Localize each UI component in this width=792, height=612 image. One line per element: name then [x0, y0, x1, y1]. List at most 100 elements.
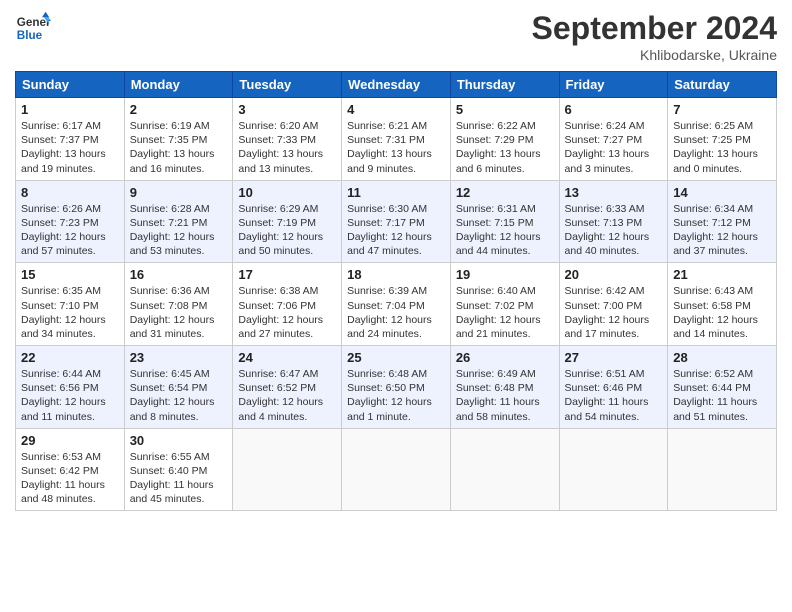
day-info: Sunrise: 6:22 AMSunset: 7:29 PMDaylight:… — [456, 119, 554, 176]
calendar-cell: 3 Sunrise: 6:20 AMSunset: 7:33 PMDaylight… — [233, 98, 342, 181]
day-info: Sunrise: 6:53 AMSunset: 6:42 PMDaylight:… — [21, 450, 119, 507]
calendar-week-row: 15Sunrise: 6:35 AMSunset: 7:10 PMDayligh… — [16, 263, 777, 346]
calendar-cell: 19Sunrise: 6:40 AMSunset: 7:02 PMDayligh… — [450, 263, 559, 346]
day-number: 20 — [565, 267, 663, 282]
day-number: 21 — [673, 267, 771, 282]
col-header-thursday: Thursday — [450, 72, 559, 98]
calendar-cell: 4 Sunrise: 6:21 AMSunset: 7:31 PMDaylight… — [342, 98, 451, 181]
day-info: Sunrise: 6:49 AMSunset: 6:48 PMDaylight:… — [456, 367, 554, 424]
col-header-sunday: Sunday — [16, 72, 125, 98]
day-number: 5 — [456, 102, 554, 117]
day-info: Sunrise: 6:39 AMSunset: 7:04 PMDaylight:… — [347, 284, 445, 341]
day-number: 24 — [238, 350, 336, 365]
day-number: 14 — [673, 185, 771, 200]
day-number: 22 — [21, 350, 119, 365]
day-info: Sunrise: 6:47 AMSunset: 6:52 PMDaylight:… — [238, 367, 336, 424]
day-number: 10 — [238, 185, 336, 200]
calendar-cell: 8 Sunrise: 6:26 AMSunset: 7:23 PMDaylight… — [16, 180, 125, 263]
calendar-cell: 22 Sunrise: 6:44 AMSunset: 6:56 PMDayligh… — [16, 346, 125, 429]
day-number: 30 — [130, 433, 228, 448]
col-header-wednesday: Wednesday — [342, 72, 451, 98]
calendar-cell: 7 Sunrise: 6:25 AMSunset: 7:25 PMDaylight… — [668, 98, 777, 181]
col-header-saturday: Saturday — [668, 72, 777, 98]
day-info: Sunrise: 6:21 AMSunset: 7:31 PMDaylight:… — [347, 119, 445, 176]
day-number: 19 — [456, 267, 554, 282]
day-info: Sunrise: 6:26 AMSunset: 7:23 PMDaylight:… — [21, 202, 119, 259]
calendar-cell — [559, 428, 668, 511]
day-info: Sunrise: 6:24 AMSunset: 7:27 PMDaylight:… — [565, 119, 663, 176]
calendar-week-row: 22 Sunrise: 6:44 AMSunset: 6:56 PMDayligh… — [16, 346, 777, 429]
calendar-cell: 21 Sunrise: 6:43 AMSunset: 6:58 PMDayligh… — [668, 263, 777, 346]
calendar-cell: 25 Sunrise: 6:48 AMSunset: 6:50 PMDayligh… — [342, 346, 451, 429]
col-header-monday: Monday — [124, 72, 233, 98]
svg-text:Blue: Blue — [17, 29, 43, 42]
calendar-cell — [342, 428, 451, 511]
day-info: Sunrise: 6:38 AMSunset: 7:06 PMDaylight:… — [238, 284, 336, 341]
day-info: Sunrise: 6:19 AMSunset: 7:35 PMDaylight:… — [130, 119, 228, 176]
day-number: 27 — [565, 350, 663, 365]
day-number: 28 — [673, 350, 771, 365]
calendar-cell: 6 Sunrise: 6:24 AMSunset: 7:27 PMDaylight… — [559, 98, 668, 181]
calendar-cell: 10 Sunrise: 6:29 AMSunset: 7:19 PMDayligh… — [233, 180, 342, 263]
day-number: 13 — [565, 185, 663, 200]
day-number: 8 — [21, 185, 119, 200]
day-info: Sunrise: 6:31 AMSunset: 7:15 PMDaylight:… — [456, 202, 554, 259]
calendar-cell: 11Sunrise: 6:30 AMSunset: 7:17 PMDayligh… — [342, 180, 451, 263]
calendar-cell: 2Sunrise: 6:19 AMSunset: 7:35 PMDaylight… — [124, 98, 233, 181]
calendar-week-row: 8 Sunrise: 6:26 AMSunset: 7:23 PMDaylight… — [16, 180, 777, 263]
day-info: Sunrise: 6:48 AMSunset: 6:50 PMDaylight:… — [347, 367, 445, 424]
day-info: Sunrise: 6:36 AMSunset: 7:08 PMDaylight:… — [130, 284, 228, 341]
day-number: 23 — [130, 350, 228, 365]
day-number: 17 — [238, 267, 336, 282]
day-info: Sunrise: 6:51 AMSunset: 6:46 PMDaylight:… — [565, 367, 663, 424]
calendar-cell: 24 Sunrise: 6:47 AMSunset: 6:52 PMDayligh… — [233, 346, 342, 429]
day-info: Sunrise: 6:52 AMSunset: 6:44 PMDaylight:… — [673, 367, 771, 424]
day-info: Sunrise: 6:55 AMSunset: 6:40 PMDaylight:… — [130, 450, 228, 507]
day-number: 3 — [238, 102, 336, 117]
day-info: Sunrise: 6:43 AMSunset: 6:58 PMDaylight:… — [673, 284, 771, 341]
calendar-cell: 23Sunrise: 6:45 AMSunset: 6:54 PMDayligh… — [124, 346, 233, 429]
day-number: 4 — [347, 102, 445, 117]
calendar-cell: 26 Sunrise: 6:49 AMSunset: 6:48 PMDayligh… — [450, 346, 559, 429]
calendar-cell: 12 Sunrise: 6:31 AMSunset: 7:15 PMDayligh… — [450, 180, 559, 263]
calendar-cell: 14 Sunrise: 6:34 AMSunset: 7:12 PMDayligh… — [668, 180, 777, 263]
month-title: September 2024 — [532, 10, 777, 47]
calendar-cell: 5 Sunrise: 6:22 AMSunset: 7:29 PMDaylight… — [450, 98, 559, 181]
day-info: Sunrise: 6:25 AMSunset: 7:25 PMDaylight:… — [673, 119, 771, 176]
day-number: 7 — [673, 102, 771, 117]
day-info: Sunrise: 6:29 AMSunset: 7:19 PMDaylight:… — [238, 202, 336, 259]
day-number: 6 — [565, 102, 663, 117]
day-number: 18 — [347, 267, 445, 282]
day-info: Sunrise: 6:34 AMSunset: 7:12 PMDaylight:… — [673, 202, 771, 259]
title-area: September 2024 Khlibodarske, Ukraine — [532, 10, 777, 63]
calendar-cell: 30 Sunrise: 6:55 AMSunset: 6:40 PMDayligh… — [124, 428, 233, 511]
location: Khlibodarske, Ukraine — [532, 47, 777, 63]
day-info: Sunrise: 6:33 AMSunset: 7:13 PMDaylight:… — [565, 202, 663, 259]
calendar-cell: 1Sunrise: 6:17 AMSunset: 7:37 PMDaylight… — [16, 98, 125, 181]
day-number: 15 — [21, 267, 119, 282]
day-number: 29 — [21, 433, 119, 448]
calendar-cell: 18 Sunrise: 6:39 AMSunset: 7:04 PMDayligh… — [342, 263, 451, 346]
day-number: 12 — [456, 185, 554, 200]
day-number: 26 — [456, 350, 554, 365]
calendar-table: SundayMondayTuesdayWednesdayThursdayFrid… — [15, 71, 777, 511]
day-info: Sunrise: 6:20 AMSunset: 7:33 PMDaylight:… — [238, 119, 336, 176]
col-header-friday: Friday — [559, 72, 668, 98]
calendar-cell — [668, 428, 777, 511]
calendar-cell: 20Sunrise: 6:42 AMSunset: 7:00 PMDayligh… — [559, 263, 668, 346]
calendar-cell — [233, 428, 342, 511]
day-number: 9 — [130, 185, 228, 200]
calendar-cell: 15Sunrise: 6:35 AMSunset: 7:10 PMDayligh… — [16, 263, 125, 346]
logo: General Blue — [15, 10, 51, 46]
day-info: Sunrise: 6:44 AMSunset: 6:56 PMDaylight:… — [21, 367, 119, 424]
day-info: Sunrise: 6:28 AMSunset: 7:21 PMDaylight:… — [130, 202, 228, 259]
logo-icon: General Blue — [15, 10, 51, 46]
col-header-tuesday: Tuesday — [233, 72, 342, 98]
day-number: 25 — [347, 350, 445, 365]
day-number: 1 — [21, 102, 119, 117]
calendar-cell: 16Sunrise: 6:36 AMSunset: 7:08 PMDayligh… — [124, 263, 233, 346]
calendar-cell: 28 Sunrise: 6:52 AMSunset: 6:44 PMDayligh… — [668, 346, 777, 429]
day-info: Sunrise: 6:30 AMSunset: 7:17 PMDaylight:… — [347, 202, 445, 259]
calendar-week-row: 29 Sunrise: 6:53 AMSunset: 6:42 PMDayligh… — [16, 428, 777, 511]
calendar-header-row: SundayMondayTuesdayWednesdayThursdayFrid… — [16, 72, 777, 98]
